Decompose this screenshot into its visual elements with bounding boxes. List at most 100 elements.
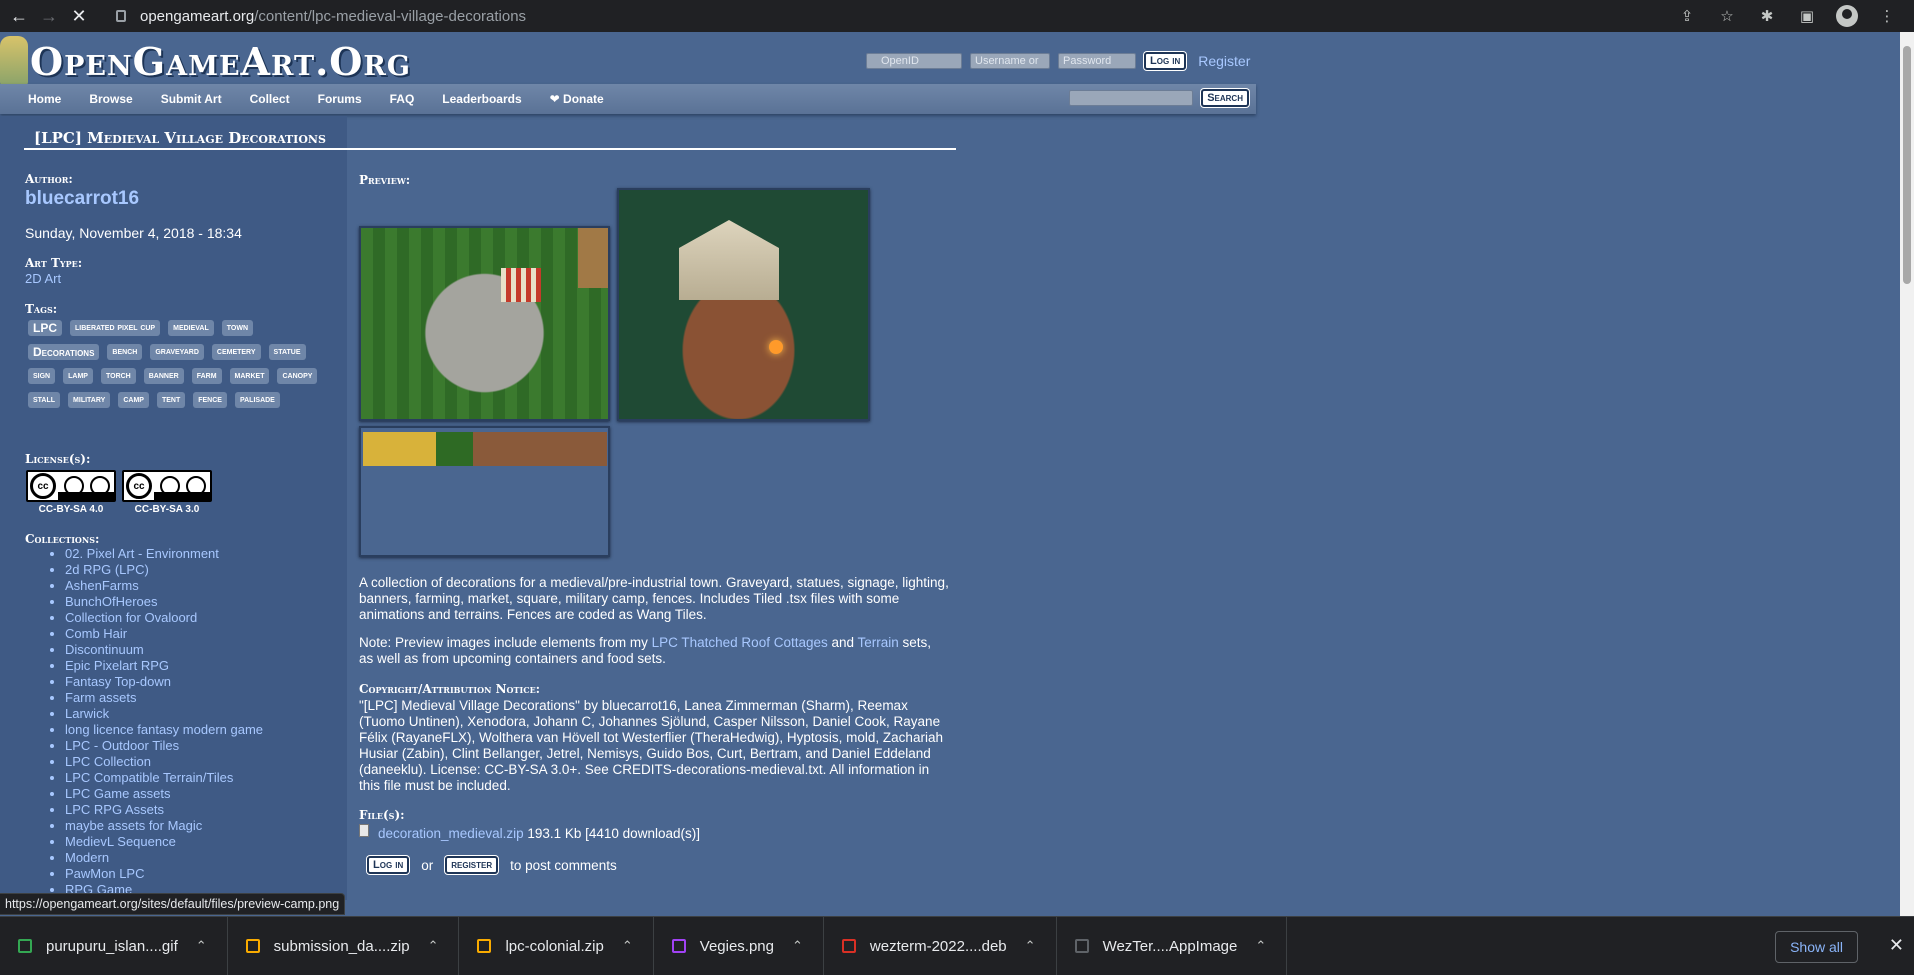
tag-item[interactable]: camp [118, 392, 149, 408]
tag-item[interactable]: cemetery [211, 344, 261, 360]
address-bar[interactable]: opengameart.org/content/lpc-medieval-vil… [116, 0, 526, 32]
tag-item[interactable]: town [221, 320, 254, 336]
license-cc-by-sa-4[interactable]: cc CC-BY-SA 4.0 [26, 470, 116, 515]
tag-item[interactable]: LPC [28, 320, 62, 336]
tag-item[interactable]: banner [143, 368, 184, 384]
download-item[interactable]: WezTer....AppImage ⌃ [1057, 916, 1288, 975]
download-item[interactable]: wezterm-2022....deb ⌃ [824, 916, 1057, 975]
file-icon [245, 939, 260, 953]
bookmark-star-icon[interactable]: ☆ [1714, 3, 1740, 29]
collection-item[interactable]: 02. Pixel Art - Environment [65, 546, 263, 562]
collection-item[interactable]: MedievL Sequence [65, 834, 263, 850]
nav-forums[interactable]: Forums [318, 92, 362, 106]
terrain-link[interactable]: Terrain [858, 635, 899, 650]
page-title: [LPC] Medieval Village Decorations [34, 129, 326, 147]
collection-item[interactable]: AshenFarms [65, 578, 263, 594]
chevron-up-icon[interactable]: ⌃ [1255, 938, 1266, 954]
collection-item[interactable]: 2d RPG (LPC) [65, 562, 263, 578]
tag-item[interactable]: stall [28, 392, 61, 408]
stop-loading-icon[interactable]: ✕ [68, 5, 90, 27]
tag-item[interactable]: tent [156, 392, 186, 408]
download-item[interactable]: purupuru_islan....gif ⌃ [0, 916, 228, 975]
download-item[interactable]: Vegies.png ⌃ [654, 916, 824, 975]
username-input[interactable]: Username or [970, 53, 1050, 69]
collection-item[interactable]: maybe assets for Magic [65, 818, 263, 834]
back-icon[interactable]: ← [8, 5, 30, 27]
art-type-link[interactable]: 2D Art [25, 271, 61, 286]
login-button[interactable]: Log in [1144, 52, 1187, 70]
tag-item[interactable]: market [229, 368, 270, 384]
chevron-up-icon[interactable]: ⌃ [792, 938, 803, 954]
collection-item[interactable]: Comb Hair [65, 626, 263, 642]
register-link[interactable]: Register [1198, 53, 1250, 69]
download-item[interactable]: lpc-colonial.zip ⌃ [459, 916, 654, 975]
chevron-up-icon[interactable]: ⌃ [622, 938, 633, 954]
collection-item[interactable]: long licence fantasy modern game [65, 722, 263, 738]
comment-login-button[interactable]: Log in [367, 856, 410, 874]
collection-item[interactable]: Larwick [65, 706, 263, 722]
openid-input[interactable]: OpenID [866, 53, 962, 69]
preview-village-image[interactable] [359, 226, 610, 421]
tag-item[interactable]: military [68, 392, 111, 408]
tag-item[interactable]: lamp [63, 368, 93, 384]
chevron-up-icon[interactable]: ⌃ [1025, 938, 1036, 954]
download-item[interactable]: submission_da....zip ⌃ [228, 916, 460, 975]
page-scrollbar[interactable] [1900, 32, 1914, 916]
browser-menu-icon[interactable]: ⋮ [1874, 3, 1900, 29]
profile-avatar[interactable] [1834, 3, 1860, 29]
nav-home[interactable]: Home [28, 92, 61, 106]
extensions-icon[interactable]: ✱ [1754, 3, 1780, 29]
collection-item[interactable]: LPC RPG Assets [65, 802, 263, 818]
author-link[interactable]: bluecarrot16 [25, 188, 139, 210]
thatched-roof-link[interactable]: LPC Thatched Roof Cottages [652, 635, 828, 650]
collection-item[interactable]: LPC Collection [65, 754, 263, 770]
preview-cottages-image[interactable] [359, 426, 610, 557]
comment-register-button[interactable]: register [445, 856, 499, 874]
collection-item[interactable]: Collection for Ovaloord [65, 610, 263, 626]
license-cc-by-sa-3[interactable]: cc CC-BY-SA 3.0 [122, 470, 212, 515]
share-icon[interactable]: ⇪ [1674, 3, 1700, 29]
search-button[interactable]: Search [1201, 89, 1249, 107]
tag-item[interactable]: statue [268, 344, 306, 360]
collection-item[interactable]: PawMon LPC [65, 866, 263, 882]
collection-item[interactable]: LPC Game assets [65, 786, 263, 802]
tag-item[interactable]: sign [28, 368, 56, 384]
collection-item[interactable]: Modern [65, 850, 263, 866]
note-text: Note: Preview images include elements fr… [359, 635, 652, 650]
tag-item[interactable]: bench [107, 344, 143, 360]
tag-item[interactable]: medieval [168, 320, 214, 336]
tag-item[interactable]: graveyard [150, 344, 204, 360]
nav-collect[interactable]: Collect [250, 92, 290, 106]
site-logo[interactable]: OpenGameArt.Org [0, 36, 411, 86]
nav-browse[interactable]: Browse [89, 92, 132, 106]
nav-leaderboards[interactable]: Leaderboards [442, 92, 521, 106]
preview-camp-image[interactable] [617, 188, 870, 421]
chevron-up-icon[interactable]: ⌃ [428, 938, 439, 954]
collection-item[interactable]: Discontinuum [65, 642, 263, 658]
tag-item[interactable]: palisade [234, 392, 280, 408]
collection-item[interactable]: Farm assets [65, 690, 263, 706]
collection-item[interactable]: Epic Pixelart RPG [65, 658, 263, 674]
side-panel-icon[interactable]: ▣ [1794, 3, 1820, 29]
nav-faq[interactable]: FAQ [390, 92, 415, 106]
tag-item[interactable]: Decorations [28, 344, 100, 360]
tag-item[interactable]: farm [191, 368, 222, 384]
tag-item[interactable]: fence [193, 392, 227, 408]
nav-submit-art[interactable]: Submit Art [161, 92, 222, 106]
tag-item[interactable]: canopy [277, 368, 318, 384]
collection-item[interactable]: BunchOfHeroes [65, 594, 263, 610]
chevron-up-icon[interactable]: ⌃ [196, 938, 207, 954]
tag-item[interactable]: liberated pixel cup [70, 320, 161, 336]
collection-item[interactable]: LPC Compatible Terrain/Tiles [65, 770, 263, 786]
collection-item[interactable]: LPC - Outdoor Tiles [65, 738, 263, 754]
file-download-link[interactable]: decoration_medieval.zip [378, 826, 524, 841]
nav-donate[interactable]: ❤ Donate [550, 92, 604, 106]
search-input[interactable] [1069, 90, 1194, 106]
close-downloads-bar-icon[interactable]: ✕ [1889, 935, 1904, 956]
show-all-downloads-button[interactable]: Show all [1775, 931, 1858, 963]
tag-item[interactable]: torch [100, 368, 136, 384]
scrollbar-thumb[interactable] [1903, 46, 1911, 284]
collection-item[interactable]: Fantasy Top-down [65, 674, 263, 690]
password-input[interactable]: Password [1058, 53, 1136, 69]
forward-icon[interactable]: → [38, 5, 60, 27]
